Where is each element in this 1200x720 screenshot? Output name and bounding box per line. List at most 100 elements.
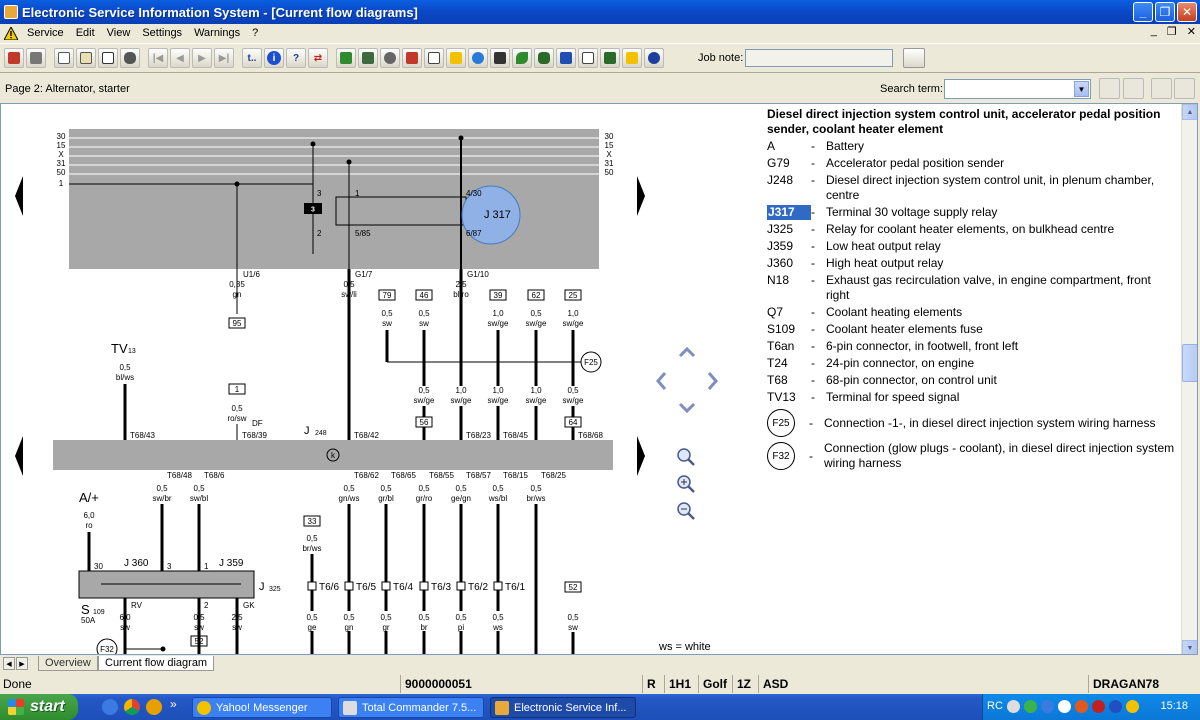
- zoom-in-icon[interactable]: [675, 473, 697, 495]
- minimize-button[interactable]: _: [1133, 2, 1153, 22]
- page-left-arrow-bottom[interactable]: [15, 436, 23, 476]
- tray-icon-7[interactable]: [1109, 700, 1122, 713]
- first-page-button[interactable]: |◀: [148, 48, 168, 68]
- legend-connection-row[interactable]: F32- Connection (glow plugs - coolant), i…: [767, 441, 1177, 471]
- warning-tool-button[interactable]: [446, 48, 466, 68]
- globe-button[interactable]: [468, 48, 488, 68]
- page-left-arrow-top[interactable]: [15, 176, 23, 216]
- scroll-up-button[interactable]: ▲: [1182, 104, 1197, 120]
- menu-view[interactable]: View: [101, 27, 137, 39]
- legend-row[interactable]: A - Battery: [767, 139, 1177, 154]
- legend-row[interactable]: TV13 - Terminal for speed signal: [767, 390, 1177, 405]
- print-button[interactable]: [26, 48, 46, 68]
- legend-row[interactable]: N18 - Exhaust gas recirculation valve, in …: [767, 273, 1177, 303]
- check-button[interactable]: [578, 48, 598, 68]
- chrome-icon[interactable]: [124, 699, 140, 715]
- legend-row[interactable]: G79 - Accelerator pedal position sender: [767, 156, 1177, 171]
- close-button[interactable]: ✕: [1177, 2, 1197, 22]
- legend-row[interactable]: T6an -6-pin connector, in footwell, front…: [767, 339, 1177, 354]
- tray-icon-5[interactable]: [1075, 700, 1088, 713]
- page-right-arrow-top[interactable]: [637, 176, 645, 216]
- menu-help[interactable]: ?: [246, 27, 264, 39]
- task-total-commander[interactable]: Total Commander 7.5...: [338, 697, 484, 718]
- tab-overview[interactable]: Overview: [38, 656, 98, 671]
- tab-prev-button[interactable]: ◀: [3, 657, 15, 670]
- scroll-thumb[interactable]: [1182, 344, 1197, 382]
- tab-current-flow-diagram[interactable]: Current flow diagram: [98, 656, 215, 671]
- search-dropdown-icon[interactable]: ▼: [1074, 81, 1089, 97]
- last-page-button[interactable]: ▶|: [214, 48, 234, 68]
- tray-icon-4[interactable]: [1058, 700, 1071, 713]
- disk-button[interactable]: [644, 48, 664, 68]
- search-prev-button[interactable]: [1151, 78, 1172, 99]
- swap-button[interactable]: ⇄: [308, 48, 328, 68]
- legend-row[interactable]: J360 - High heat output relay: [767, 256, 1177, 271]
- browser-icon[interactable]: [146, 699, 162, 715]
- scroll-down-button[interactable]: ▼: [1182, 640, 1197, 654]
- legend-row[interactable]: T68 -68-pin connector, on control unit: [767, 373, 1177, 388]
- tray-icon-1[interactable]: [1007, 700, 1020, 713]
- t-button[interactable]: t..: [242, 48, 262, 68]
- legend-row[interactable]: J248 - Diesel direct injection system cont…: [767, 173, 1177, 203]
- pan-down-icon[interactable]: [678, 402, 696, 414]
- vertical-scrollbar[interactable]: ▲ ▼: [1181, 104, 1197, 654]
- legend-connection-row[interactable]: F25- Connection -1-, in diesel direct inj…: [767, 409, 1177, 437]
- page-right-arrow-bottom[interactable]: [637, 436, 645, 476]
- ie-icon[interactable]: [102, 699, 118, 715]
- tab-next-button[interactable]: ▶: [16, 657, 28, 670]
- menu-warnings[interactable]: Warnings: [188, 27, 246, 39]
- language-indicator[interactable]: RC: [987, 700, 1003, 712]
- doc-button[interactable]: [98, 48, 118, 68]
- task-yahoo-messenger[interactable]: Yahoo! Messenger: [192, 697, 332, 718]
- start-button[interactable]: start: [0, 694, 78, 720]
- tray-icon-6[interactable]: [1092, 700, 1105, 713]
- prev-page-button[interactable]: ◀: [170, 48, 190, 68]
- mdi-minimize-button[interactable]: _: [1151, 25, 1157, 38]
- legend-row[interactable]: S109 - Coolant heater elements fuse: [767, 322, 1177, 337]
- mdi-close-button[interactable]: ✕: [1187, 25, 1196, 38]
- info-button[interactable]: i: [264, 48, 284, 68]
- zoom-icon[interactable]: [675, 446, 697, 468]
- wrench-button[interactable]: [600, 48, 620, 68]
- car2-button[interactable]: [534, 48, 554, 68]
- exit-tool-button[interactable]: [4, 48, 24, 68]
- maximize-button[interactable]: ❐: [1155, 2, 1175, 22]
- job-note-button[interactable]: [903, 48, 925, 68]
- leaf-button[interactable]: [512, 48, 532, 68]
- legend-row[interactable]: J325 - Relay for coolant heater elements, …: [767, 222, 1177, 237]
- search-find-all-button[interactable]: [1123, 78, 1144, 99]
- zoom-out-icon[interactable]: [675, 500, 697, 522]
- legend-row[interactable]: T24 -24-pin connector, on engine: [767, 356, 1177, 371]
- job-note-input[interactable]: [745, 49, 893, 67]
- next-page-button[interactable]: ▶: [192, 48, 212, 68]
- search-next-button[interactable]: [1174, 78, 1195, 99]
- pan-right-icon[interactable]: [707, 372, 718, 390]
- tray-icon-8[interactable]: [1126, 700, 1139, 713]
- menu-service[interactable]: Service: [21, 27, 70, 39]
- menu-edit[interactable]: Edit: [70, 27, 101, 39]
- search-input[interactable]: ▼: [944, 79, 1091, 99]
- wiring-diagram[interactable]: 3015X315013015X3150 3 J 317 3 1 4/30 2 5…: [1, 104, 651, 655]
- tray-icon-2[interactable]: [1024, 700, 1037, 713]
- pan-left-icon[interactable]: [656, 372, 667, 390]
- task-esi[interactable]: Electronic Service Inf...: [490, 697, 636, 718]
- legend-row[interactable]: J317- Terminal 30 voltage supply relay: [767, 205, 1177, 220]
- edit-doc-button[interactable]: [76, 48, 96, 68]
- car-button[interactable]: [120, 48, 140, 68]
- person-button[interactable]: [556, 48, 576, 68]
- quicklaunch-more[interactable]: »: [170, 697, 177, 711]
- pan-up-icon[interactable]: [678, 346, 696, 358]
- truck-button[interactable]: [336, 48, 356, 68]
- tray-icon-3[interactable]: [1041, 700, 1054, 713]
- legend-row[interactable]: J359 - Low heat output relay: [767, 239, 1177, 254]
- title-bar[interactable]: Electronic Service Information System - …: [0, 0, 1200, 24]
- book-button[interactable]: [402, 48, 422, 68]
- help-doc-button[interactable]: [622, 48, 642, 68]
- save-button[interactable]: [490, 48, 510, 68]
- legend-row[interactable]: Q7 - Coolant heating elements: [767, 305, 1177, 320]
- menu-settings[interactable]: Settings: [136, 27, 188, 39]
- question-button[interactable]: ?: [286, 48, 306, 68]
- wheel-button[interactable]: [380, 48, 400, 68]
- search-find-button[interactable]: [1099, 78, 1120, 99]
- list-button[interactable]: [424, 48, 444, 68]
